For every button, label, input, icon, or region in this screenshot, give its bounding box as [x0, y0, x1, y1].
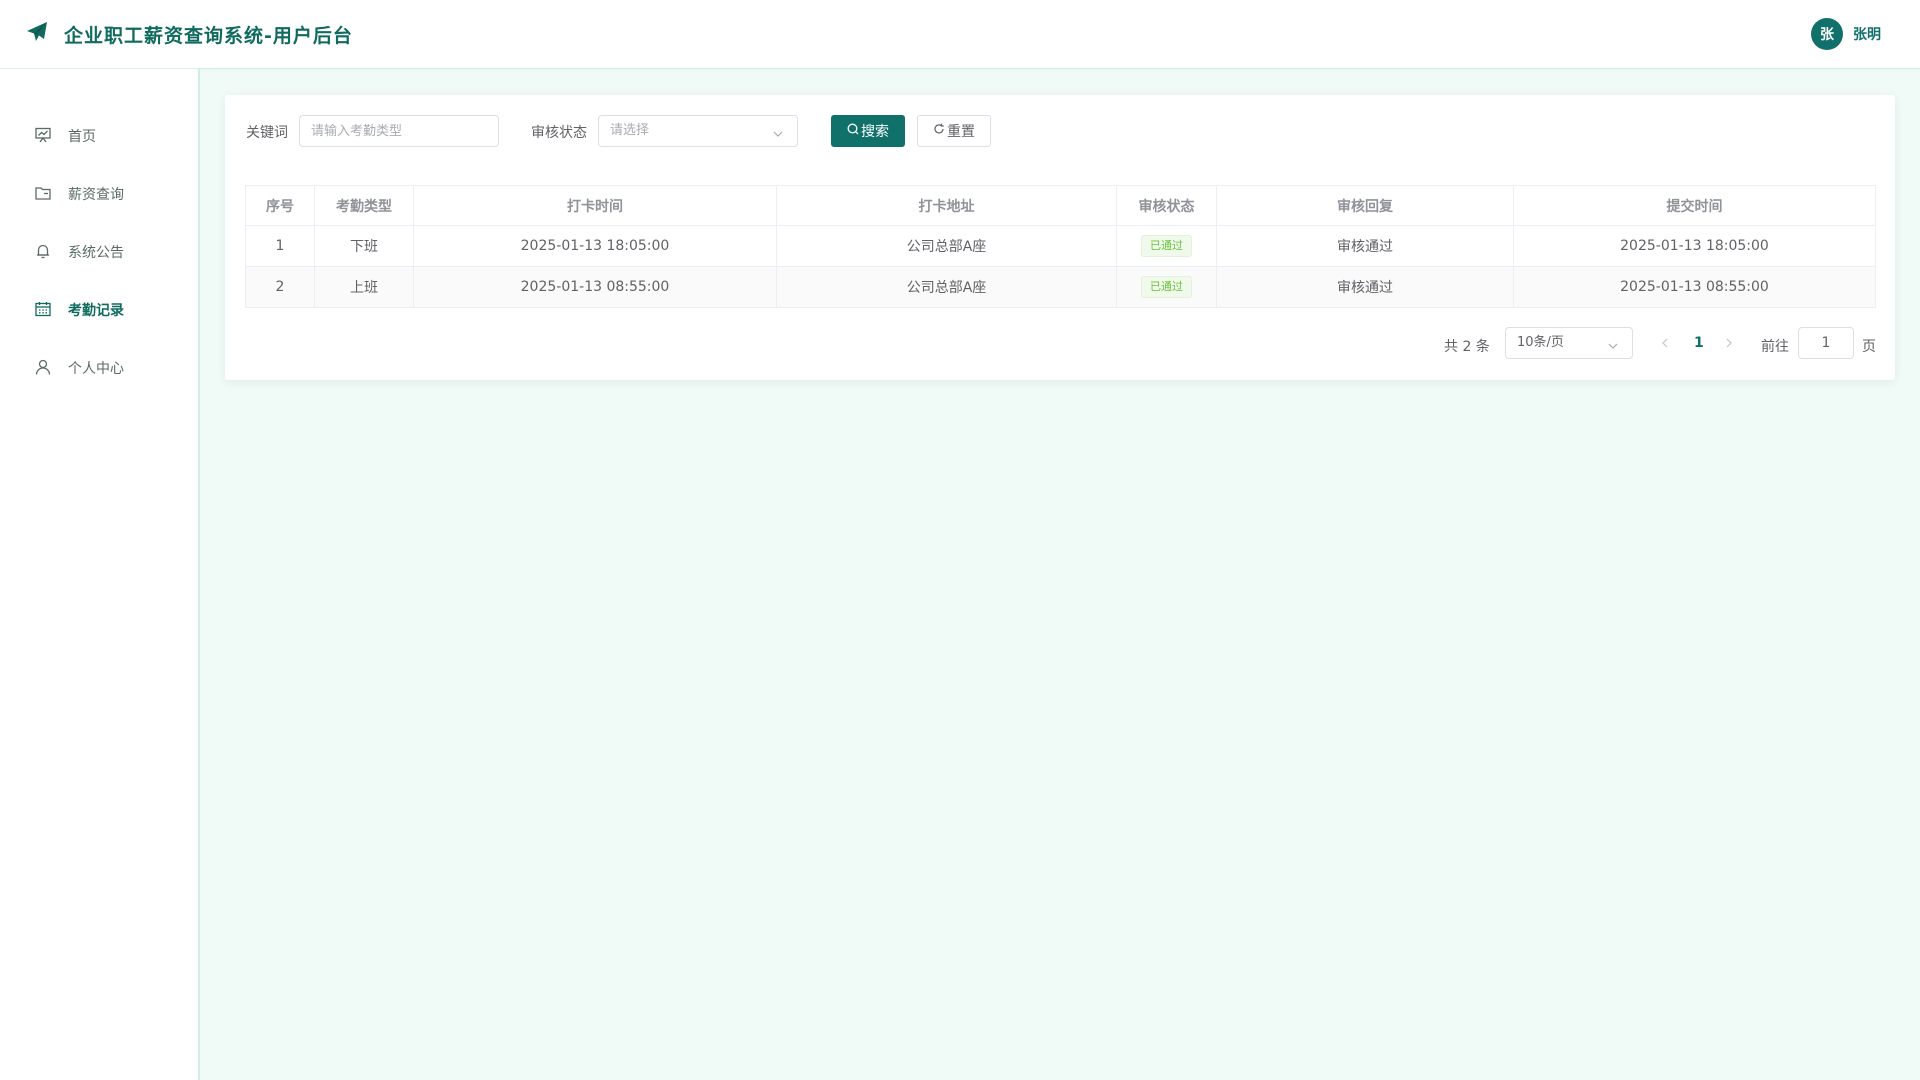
keyword-input[interactable]	[299, 115, 499, 147]
chevron-down-icon[interactable]	[1608, 339, 1618, 349]
status-select-placeholder: 请选择	[610, 123, 650, 138]
column-header: 审核状态	[1116, 185, 1217, 226]
calendar-icon	[34, 300, 52, 318]
goto-label: 前往	[1761, 339, 1789, 355]
page-number-current[interactable]: 1	[1694, 335, 1704, 351]
chart-board-icon	[34, 126, 52, 144]
next-page-icon[interactable]	[1723, 337, 1735, 349]
sidebar-item-home[interactable]: 首页	[0, 115, 198, 155]
sidebar-item-profile[interactable]: 个人中心	[0, 347, 198, 387]
sidebar-item-notice[interactable]: 系统公告	[0, 231, 198, 271]
search-icon	[847, 123, 861, 139]
user-menu[interactable]: 张 张明	[1811, 18, 1881, 50]
sidebar-item-label: 系统公告	[68, 245, 124, 261]
prev-page-icon[interactable]	[1659, 337, 1671, 349]
status-select[interactable]: 请选择	[598, 115, 798, 147]
cell-submit-time: 2025-01-13 08:55:00	[1513, 266, 1876, 308]
sidebar-item-label: 个人中心	[68, 361, 124, 377]
table-row[interactable]: 2 上班 2025-01-13 08:55:00 公司总部A座 已通过 审核通过…	[245, 266, 1876, 308]
cell-type: 上班	[314, 266, 414, 308]
app-title: 企业职工薪资查询系统-用户后台	[64, 24, 353, 47]
brand: 企业职工薪资查询系统-用户后台	[25, 20, 353, 48]
table-header-row: 序号 考勤类型 打卡时间 打卡地址 审核状态 审核回复 提交时间	[245, 185, 1876, 226]
refresh-icon	[933, 123, 947, 139]
page-size-value: 10条/页	[1517, 335, 1564, 350]
search-button-label: 搜索	[861, 124, 889, 140]
cell-punch-time: 2025-01-13 08:55:00	[413, 266, 777, 308]
attendance-table: 序号 考勤类型 打卡时间 打卡地址 审核状态 审核回复 提交时间 1 下班 20…	[245, 185, 1876, 308]
cell-punch-time: 2025-01-13 18:05:00	[413, 225, 777, 267]
cell-submit-time: 2025-01-13 18:05:00	[1513, 225, 1876, 267]
folder-icon	[34, 184, 52, 202]
column-header: 打卡时间	[413, 185, 777, 226]
status-badge: 已通过	[1141, 235, 1192, 257]
pagination-total: 共 2 条	[1444, 339, 1490, 355]
status-label: 审核状态	[531, 125, 587, 141]
keyword-label: 关键词	[246, 125, 288, 141]
cell-status: 已通过	[1116, 266, 1217, 308]
table-row[interactable]: 1 下班 2025-01-13 18:05:00 公司总部A座 已通过 审核通过…	[245, 225, 1876, 267]
sidebar-item-label: 薪资查询	[68, 187, 124, 203]
column-header: 打卡地址	[776, 185, 1117, 226]
chevron-down-icon[interactable]	[773, 127, 783, 137]
sidebar-item-attendance[interactable]: 考勤记录	[0, 289, 198, 329]
column-header: 提交时间	[1513, 185, 1876, 226]
reset-button[interactable]: 重置	[917, 115, 991, 147]
sidebar-item-label: 考勤记录	[68, 303, 124, 319]
cell-type: 下班	[314, 225, 414, 267]
cell-index: 2	[245, 266, 315, 308]
content-card: 关键词 审核状态 请选择 搜索 重置 序号 考勤类型 打卡时间 打卡地址	[225, 95, 1895, 380]
cell-address: 公司总部A座	[776, 266, 1117, 308]
paper-plane-icon	[25, 20, 49, 48]
column-header: 考勤类型	[314, 185, 414, 226]
column-header: 序号	[245, 185, 315, 226]
avatar[interactable]: 张	[1811, 18, 1843, 50]
page-suffix-label: 页	[1862, 339, 1876, 355]
user-name[interactable]: 张明	[1853, 24, 1881, 44]
status-badge: 已通过	[1141, 276, 1192, 298]
cell-reply: 审核通过	[1216, 266, 1514, 308]
user-icon	[34, 358, 52, 376]
sidebar-item-label: 首页	[68, 129, 96, 145]
goto-page-input[interactable]	[1798, 327, 1854, 359]
cell-index: 1	[245, 225, 315, 267]
column-header: 审核回复	[1216, 185, 1514, 226]
cell-reply: 审核通过	[1216, 225, 1514, 267]
sidebar-item-salary[interactable]: 薪资查询	[0, 173, 198, 213]
bell-icon	[34, 242, 52, 260]
cell-address: 公司总部A座	[776, 225, 1117, 267]
top-header: 企业职工薪资查询系统-用户后台 张 张明	[0, 0, 1920, 69]
cell-status: 已通过	[1116, 225, 1217, 267]
search-button[interactable]: 搜索	[831, 115, 905, 147]
sidebar: 首页 薪资查询 系统公告 考勤记录 个人中心	[0, 69, 200, 1080]
reset-button-label: 重置	[947, 124, 975, 140]
